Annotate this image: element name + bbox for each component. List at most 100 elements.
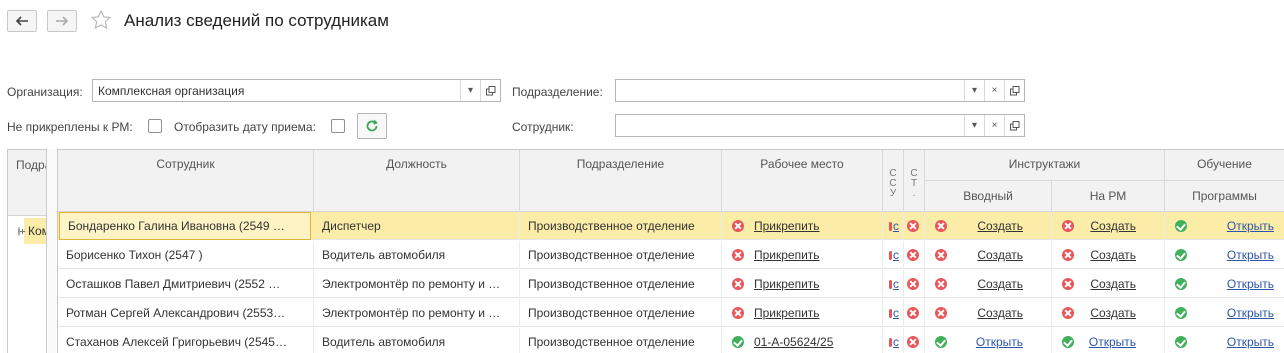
expand-icon[interactable] xyxy=(18,226,25,236)
workplace-link[interactable]: 01-А-05624/25 xyxy=(754,335,833,349)
cell-narrow-1[interactable]: с xyxy=(883,299,904,327)
back-button[interactable] xyxy=(7,10,37,32)
table-row[interactable]: Осташков Павел Дмитриевич (2552 … Электр… xyxy=(58,270,1284,298)
cell-programs[interactable]: Открыть xyxy=(1165,212,1284,240)
refresh-button[interactable] xyxy=(357,113,387,139)
employees-table[interactable]: Сотрудник Должность Подразделение Рабоче… xyxy=(57,149,1284,353)
panel-splitter[interactable] xyxy=(47,149,57,353)
header-on-rm[interactable]: На РМ xyxy=(1052,180,1165,212)
cell-workplace[interactable]: Прикрепить xyxy=(722,212,883,240)
cell-workplace[interactable]: Прикрепить xyxy=(722,299,883,327)
workplace-link[interactable]: Прикрепить xyxy=(754,277,820,291)
cell-on-rm[interactable]: Открыть xyxy=(1052,328,1165,353)
cell-on-rm[interactable]: Создать xyxy=(1052,299,1165,327)
header-narrow-2[interactable]: С Т . xyxy=(904,150,925,212)
department-open-button[interactable] xyxy=(1004,80,1024,101)
on-rm-link[interactable]: Создать xyxy=(1090,219,1136,233)
cell-workplace[interactable]: Прикрепить xyxy=(722,241,883,269)
workplace-link[interactable]: Прикрепить xyxy=(754,219,820,233)
cell-employee[interactable]: Осташков Павел Дмитриевич (2552 … xyxy=(58,270,314,298)
cell-programs[interactable]: Открыть xyxy=(1165,299,1284,327)
department-dropdown-button[interactable]: ▾ xyxy=(964,80,984,101)
cell-narrow-1[interactable]: с xyxy=(883,241,904,269)
cell-employee[interactable]: Стаханов Алексей Григорьевич (2545… xyxy=(58,328,314,353)
employee-field[interactable]: ▾ × xyxy=(615,114,1025,137)
header-department[interactable]: Подразделение xyxy=(520,150,722,212)
narrow-link[interactable]: с xyxy=(889,306,899,320)
narrow-link[interactable]: с xyxy=(889,335,899,349)
narrow-link[interactable]: с xyxy=(889,248,899,262)
table-row[interactable]: Стаханов Алексей Григорьевич (2545… Води… xyxy=(58,328,1284,353)
cell-employee[interactable]: Ротман Сергей Александрович (2553… xyxy=(58,299,314,327)
employee-open-button[interactable] xyxy=(1004,115,1024,136)
intro-link[interactable]: Создать xyxy=(977,248,1023,262)
header-employee[interactable]: Сотрудник xyxy=(58,150,314,212)
cell-intro[interactable]: Создать xyxy=(925,299,1052,327)
programs-link[interactable]: Открыть xyxy=(1227,335,1274,349)
table-row[interactable]: Борисенко Тихон (2547 ) Водитель автомоб… xyxy=(58,241,1284,269)
cell-intro[interactable]: Создать xyxy=(925,241,1052,269)
department-tree-row[interactable]: Комплексная организация xyxy=(8,216,46,246)
department-tree-header: Подразделение xyxy=(8,150,46,216)
status-cross-icon xyxy=(732,307,744,319)
status-cross-icon xyxy=(1062,278,1074,290)
programs-link[interactable]: Открыть xyxy=(1227,277,1274,291)
table-row[interactable]: Бондаренко Галина Ивановна (2549 … Диспе… xyxy=(58,212,1284,240)
forward-button[interactable] xyxy=(47,10,77,32)
cell-workplace[interactable]: 01-А-05624/25 xyxy=(722,328,883,353)
cell-on-rm[interactable]: Создать xyxy=(1052,270,1165,298)
on-rm-link[interactable]: Создать xyxy=(1090,277,1136,291)
intro-link[interactable]: Создать xyxy=(977,277,1023,291)
workplace-link[interactable]: Прикрепить xyxy=(754,248,820,262)
cell-narrow-1[interactable]: с xyxy=(883,328,904,353)
not-attached-checkbox[interactable] xyxy=(148,119,162,133)
favorite-star-icon[interactable] xyxy=(90,9,112,31)
cell-narrow-1[interactable]: с xyxy=(883,212,904,240)
programs-link[interactable]: Открыть xyxy=(1227,248,1274,262)
header-training: Обучение xyxy=(1165,150,1284,180)
show-hire-date-checkbox[interactable] xyxy=(331,119,345,133)
narrow-link[interactable]: с xyxy=(889,277,899,291)
cell-intro[interactable]: Создать xyxy=(925,212,1052,240)
header-programs[interactable]: Программы xyxy=(1165,180,1284,212)
programs-link[interactable]: Открыть xyxy=(1227,306,1274,320)
organization-dropdown-button[interactable]: ▾ xyxy=(460,80,480,101)
not-attached-label: Не прикреплены к РМ: xyxy=(7,120,133,134)
organization-field[interactable]: Комплексная организация ▾ xyxy=(92,79,501,102)
cell-on-rm[interactable]: Создать xyxy=(1052,241,1165,269)
cell-intro[interactable]: Открыть xyxy=(925,328,1052,353)
on-rm-link[interactable]: Создать xyxy=(1090,306,1136,320)
on-rm-link[interactable]: Открыть xyxy=(1089,335,1136,349)
workplace-link[interactable]: Прикрепить xyxy=(754,306,820,320)
header-workplace[interactable]: Рабочее место xyxy=(722,150,883,212)
employee-dropdown-button[interactable]: ▾ xyxy=(964,115,984,136)
on-rm-link[interactable]: Создать xyxy=(1090,248,1136,262)
cell-intro[interactable]: Создать xyxy=(925,270,1052,298)
intro-link[interactable]: Создать xyxy=(977,306,1023,320)
status-check-icon xyxy=(1175,278,1187,290)
cell-programs[interactable]: Открыть xyxy=(1165,270,1284,298)
table-row[interactable]: Ротман Сергей Александрович (2553… Элект… xyxy=(58,299,1284,327)
cell-on-rm[interactable]: Создать xyxy=(1052,212,1165,240)
dropdown-arrow-icon: ▾ xyxy=(971,85,978,96)
department-field[interactable]: ▾ × xyxy=(615,79,1025,102)
header-position[interactable]: Должность xyxy=(314,150,520,212)
cell-programs[interactable]: Открыть xyxy=(1165,241,1284,269)
organization-open-button[interactable] xyxy=(480,80,500,101)
cell-programs[interactable]: Открыть xyxy=(1165,328,1284,353)
cell-workplace[interactable]: Прикрепить xyxy=(722,270,883,298)
department-clear-button[interactable]: × xyxy=(984,80,1004,101)
intro-link[interactable]: Открыть xyxy=(976,335,1023,349)
cell-employee[interactable]: Борисенко Тихон (2547 ) xyxy=(58,241,314,269)
cell-narrow-1[interactable]: с xyxy=(883,270,904,298)
header-narrow-1[interactable]: С С У xyxy=(883,150,904,212)
department-tree-panel[interactable]: Подразделение Комплексная организация xyxy=(7,149,47,353)
programs-link[interactable]: Открыть xyxy=(1227,219,1274,233)
cell-narrow-2 xyxy=(904,328,925,353)
narrow-link[interactable]: с xyxy=(889,219,899,233)
header-intro[interactable]: Вводный xyxy=(925,180,1052,212)
header-briefings: Инструктажи xyxy=(925,150,1165,180)
employee-clear-button[interactable]: × xyxy=(984,115,1004,136)
intro-link[interactable]: Создать xyxy=(977,219,1023,233)
cell-employee[interactable]: Бондаренко Галина Ивановна (2549 … xyxy=(59,212,311,240)
